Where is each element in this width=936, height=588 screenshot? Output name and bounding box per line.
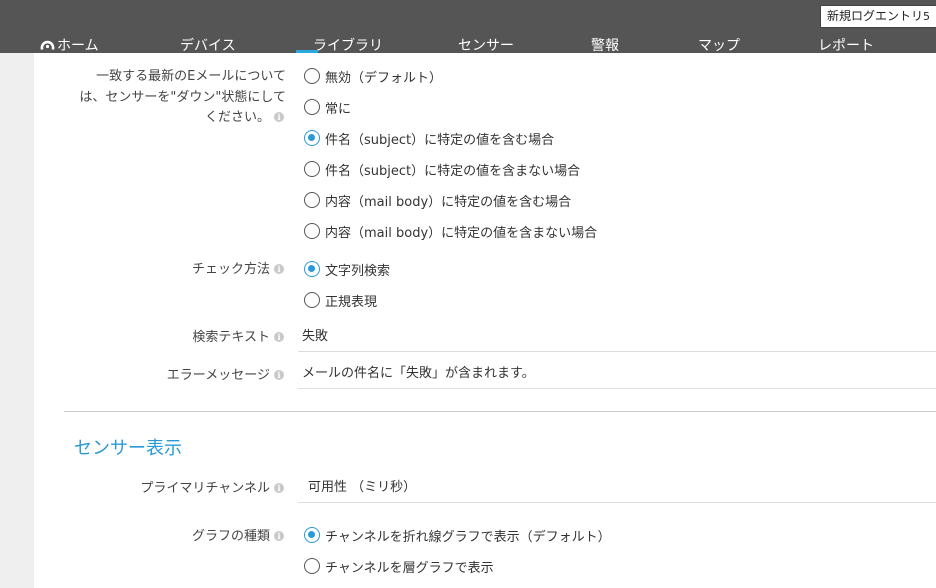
radio-option-label: 常に <box>325 101 352 117</box>
sensor-display-heading: センサー表示 <box>74 438 182 459</box>
top-navigation-bar: 新規ログエントリ 5 ホーム デバイス ライブラリ センサー 警報 マップ レポ… <box>0 0 936 55</box>
nav-home-label: ホーム <box>57 38 99 54</box>
prtg-logo-icon <box>40 40 55 50</box>
error-message-label: エラーメッセージ i <box>167 365 284 386</box>
nav-libraries[interactable]: ライブラリ <box>313 35 383 55</box>
check-method-label-text: チェック方法 <box>191 262 270 277</box>
radio-option-regex[interactable]: 正規表現 <box>304 290 377 310</box>
radio-button-selected[interactable] <box>304 261 320 277</box>
info-icon[interactable]: i <box>274 370 284 380</box>
radio-button-selected[interactable] <box>304 527 320 543</box>
radio-option-body-contains[interactable]: 内容（mail body）に特定の値を含む場合 <box>304 190 571 210</box>
search-text-label-text: 検索テキスト <box>192 330 270 345</box>
primary-channel-label-text: プライマリチャンネル <box>140 481 270 496</box>
radio-button[interactable] <box>304 68 320 84</box>
info-icon[interactable]: i <box>274 264 284 274</box>
radio-option-always[interactable]: 常に <box>304 97 351 117</box>
primary-channel-label: プライマリチャンネル i <box>140 478 284 499</box>
radio-option-body-not-contains[interactable]: 内容（mail body）に特定の値を含まない場合 <box>304 221 597 241</box>
radio-button[interactable] <box>304 99 320 115</box>
graph-type-label-text: グラフの種類 <box>191 529 270 544</box>
nav-reports[interactable]: レポート <box>818 35 874 55</box>
radio-option-line-graph[interactable]: チャンネルを折れ線グラフで表示（デフォルト） <box>304 525 611 545</box>
info-icon[interactable]: i <box>274 112 284 122</box>
section-divider <box>64 411 936 412</box>
radio-option-label: 文字列検索 <box>325 263 391 279</box>
nav-devices[interactable]: デバイス <box>180 35 236 55</box>
new-log-entries-label: 新規ログエントリ <box>827 9 924 23</box>
radio-option-label: チャンネルを層グラフで表示 <box>325 560 494 576</box>
radio-button-selected[interactable] <box>304 130 320 146</box>
radio-option-label: 件名（subject）に特定の値を含まない場合 <box>325 163 581 179</box>
radio-button[interactable] <box>304 292 320 308</box>
radio-option-label: 件名（subject）に特定の値を含む場合 <box>325 132 555 148</box>
nav-alarms[interactable]: 警報 <box>591 35 619 55</box>
radio-button[interactable] <box>304 161 320 177</box>
radio-button[interactable] <box>304 192 320 208</box>
radio-option-default[interactable]: 無効（デフォルト） <box>304 66 442 86</box>
radio-option-label: 無効（デフォルト） <box>325 70 443 86</box>
info-icon[interactable]: i <box>274 483 284 493</box>
error-message-label-text: エラーメッセージ <box>166 368 270 383</box>
radio-option-subject-not-contains[interactable]: 件名（subject）に特定の値を含まない場合 <box>304 159 580 179</box>
info-icon[interactable]: i <box>274 531 284 541</box>
radio-option-string-search[interactable]: 文字列検索 <box>304 259 390 279</box>
radio-option-stacked-graph[interactable]: チャンネルを層グラフで表示 <box>304 556 494 576</box>
radio-option-label: チャンネルを折れ線グラフで表示（デフォルト） <box>325 529 611 545</box>
match-email-label-line1: 一致する最新のEメールについて <box>96 69 286 84</box>
new-log-entries-count: 5 <box>923 10 930 23</box>
radio-option-label: 内容（mail body）に特定の値を含まない場合 <box>325 225 598 241</box>
match-email-label-line3: ください。 i <box>205 107 284 128</box>
radio-button[interactable] <box>304 223 320 239</box>
radio-option-label: 内容（mail body）に特定の値を含む場合 <box>325 194 572 210</box>
nav-sensors[interactable]: センサー <box>458 35 514 55</box>
main-menu: ホーム デバイス ライブラリ センサー 警報 マップ レポート <box>0 34 936 55</box>
match-email-label-line2: は、センサーを"ダウン"状態にして <box>79 90 286 105</box>
search-text-field[interactable]: 失敗 <box>298 324 936 352</box>
primary-channel-select[interactable]: 可用性 （ミリ秒） <box>298 475 936 503</box>
check-method-label: チェック方法 i <box>192 259 284 280</box>
nav-home[interactable]: ホーム <box>40 35 99 55</box>
radio-button[interactable] <box>304 558 320 574</box>
error-message-field[interactable]: メールの件名に「失敗」が含まれます。 <box>298 361 936 389</box>
graph-type-label: グラフの種類 i <box>192 526 284 547</box>
match-email-label-text: ください。 <box>204 110 270 125</box>
radio-option-subject-contains[interactable]: 件名（subject）に特定の値を含む場合 <box>304 128 554 148</box>
nav-maps[interactable]: マップ <box>698 35 740 55</box>
search-text-label: 検索テキスト i <box>192 327 284 348</box>
new-log-entries-button[interactable]: 新規ログエントリ 5 <box>820 5 936 28</box>
radio-option-label: 正規表現 <box>325 294 378 310</box>
info-icon[interactable]: i <box>274 332 284 342</box>
